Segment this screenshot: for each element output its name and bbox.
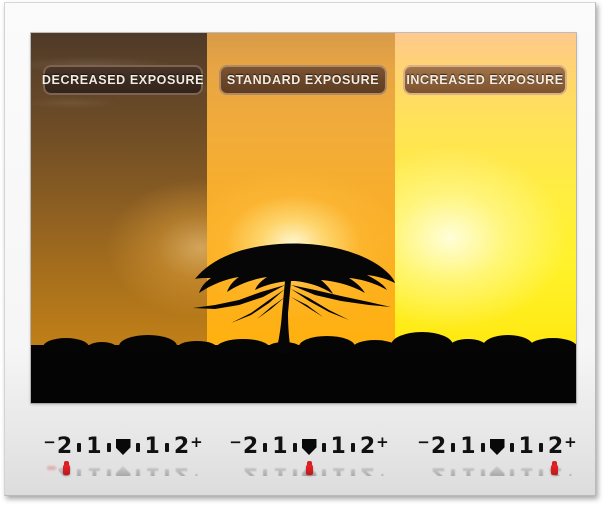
meter-tick-dot-reflected <box>77 469 82 476</box>
exposure-comparison-photo: DECREASED EXPOSURE STANDARD EXPOSURE INC… <box>31 33 576 403</box>
meter-tick-reflected: 1 <box>330 462 346 476</box>
meter-tick-minus-1: 1 <box>86 434 102 459</box>
meter-tick-plus-1: 1 <box>518 434 534 459</box>
meter-tick-dot <box>480 442 485 452</box>
meter-minus-sign-reflected: − <box>229 470 242 476</box>
badge-label: DECREASED EXPOSURE <box>41 73 205 87</box>
meter-tick-dot-reflected <box>451 469 456 476</box>
meter-plus-sign-reflected: + <box>190 470 203 476</box>
meter-center-marker-icon <box>301 439 317 455</box>
meter-tick-dot <box>350 442 355 452</box>
meter-scale: − 2 1 1 2 + <box>225 433 393 461</box>
meter-minus-sign: − <box>43 433 56 451</box>
meter-minus-sign-reflected: − <box>43 470 56 476</box>
meter-tick-reflected: 1 <box>460 462 476 476</box>
meter-tick-minus-2: 2 <box>56 434 73 459</box>
meter-tick-reflected: 2 <box>173 462 190 476</box>
sun-glow-standard <box>207 168 395 318</box>
meter-tick-reflected: 1 <box>144 462 160 476</box>
meter-tick-dot-reflected <box>350 469 355 476</box>
meter-center-marker-icon <box>115 439 131 455</box>
meter-tick-reflected: 1 <box>86 462 102 476</box>
meter-center-marker-icon <box>489 439 505 455</box>
meter-tick-dot-reflected <box>509 469 514 476</box>
photo-frame: DECREASED EXPOSURE STANDARD EXPOSURE INC… <box>4 2 596 496</box>
meter-tick-dot-reflected <box>538 469 543 476</box>
badge-label: STANDARD EXPOSURE <box>226 73 380 87</box>
badge-label: INCREASED EXPOSURE <box>406 73 564 87</box>
exposure-meter-standard[interactable]: − 2 1 1 2 + − 2 1 <box>225 433 393 485</box>
meter-tick-dot <box>164 442 169 452</box>
meter-tick-dot <box>451 442 456 452</box>
meter-tick-dot-reflected <box>106 469 111 476</box>
meter-tick-plus-2: 2 <box>547 434 564 459</box>
meter-tick-minus-1: 1 <box>460 434 476 459</box>
meter-center-marker-reflected <box>116 466 131 476</box>
meter-tick-dot-reflected <box>263 469 268 476</box>
badge-increased-exposure: INCREASED EXPOSURE <box>403 65 567 95</box>
meter-tick-plus-1: 1 <box>144 434 160 459</box>
meter-plus-sign-reflected: + <box>376 470 389 476</box>
meter-indicator[interactable] <box>63 461 70 475</box>
badge-decreased-exposure: DECREASED EXPOSURE <box>41 65 205 95</box>
meter-minus-sign-reflected: − <box>417 470 430 476</box>
meter-tick-dot <box>77 442 82 452</box>
meter-tick-plus-1: 1 <box>330 434 346 459</box>
exposure-meter-increased[interactable]: − 2 1 1 2 + − 2 1 <box>413 433 581 485</box>
meter-plus-sign: + <box>564 433 577 451</box>
meter-tick-dot <box>538 442 543 452</box>
meter-tick-reflected: 2 <box>242 462 259 476</box>
meter-tick-reflected: 1 <box>518 462 534 476</box>
meter-tick-minus-2: 2 <box>430 434 447 459</box>
meter-tick-minus-2: 2 <box>242 434 259 459</box>
meter-tick-dot <box>135 442 140 452</box>
meter-tick-dot-reflected <box>164 469 169 476</box>
meter-plus-sign: + <box>376 433 389 451</box>
frame-surface: DECREASED EXPOSURE STANDARD EXPOSURE INC… <box>5 3 595 495</box>
meter-indicator-glow <box>47 466 56 470</box>
meter-tick-dot-reflected <box>480 469 485 476</box>
meter-tick-dot <box>106 442 111 452</box>
meter-indicator[interactable] <box>306 461 313 475</box>
meter-tick-dot-reflected <box>135 469 140 476</box>
meter-tick-dot <box>263 442 268 452</box>
meter-tick-reflected: 2 <box>430 462 447 476</box>
meter-plus-sign: + <box>190 433 203 451</box>
meter-tick-dot <box>321 442 326 452</box>
meter-scale: − 2 1 1 2 + <box>413 433 581 461</box>
meter-tick-reflected: 1 <box>272 462 288 476</box>
meter-tick-plus-2: 2 <box>359 434 376 459</box>
meter-center-marker-reflected <box>490 466 505 476</box>
meter-tick-reflected: 2 <box>359 462 376 476</box>
meter-tick-dot <box>292 442 297 452</box>
meter-minus-sign: − <box>417 433 430 451</box>
meter-tick-dot-reflected <box>321 469 326 476</box>
meter-minus-sign: − <box>229 433 242 451</box>
sun-glow-increased <box>395 148 565 328</box>
meter-plus-sign-reflected: + <box>564 470 577 476</box>
badge-standard-exposure: STANDARD EXPOSURE <box>219 65 387 95</box>
meter-tick-dot <box>509 442 514 452</box>
exposure-meter-decreased[interactable]: − 2 1 1 2 + − 2 1 <box>39 433 207 485</box>
meter-tick-dot-reflected <box>292 469 297 476</box>
sun-glow-decreased <box>105 178 207 318</box>
meter-indicator[interactable] <box>551 461 558 475</box>
meter-scale: − 2 1 1 2 + <box>39 433 207 461</box>
meter-tick-minus-1: 1 <box>272 434 288 459</box>
meter-tick-plus-2: 2 <box>173 434 190 459</box>
exposure-meters: − 2 1 1 2 + − 2 1 <box>31 407 577 493</box>
